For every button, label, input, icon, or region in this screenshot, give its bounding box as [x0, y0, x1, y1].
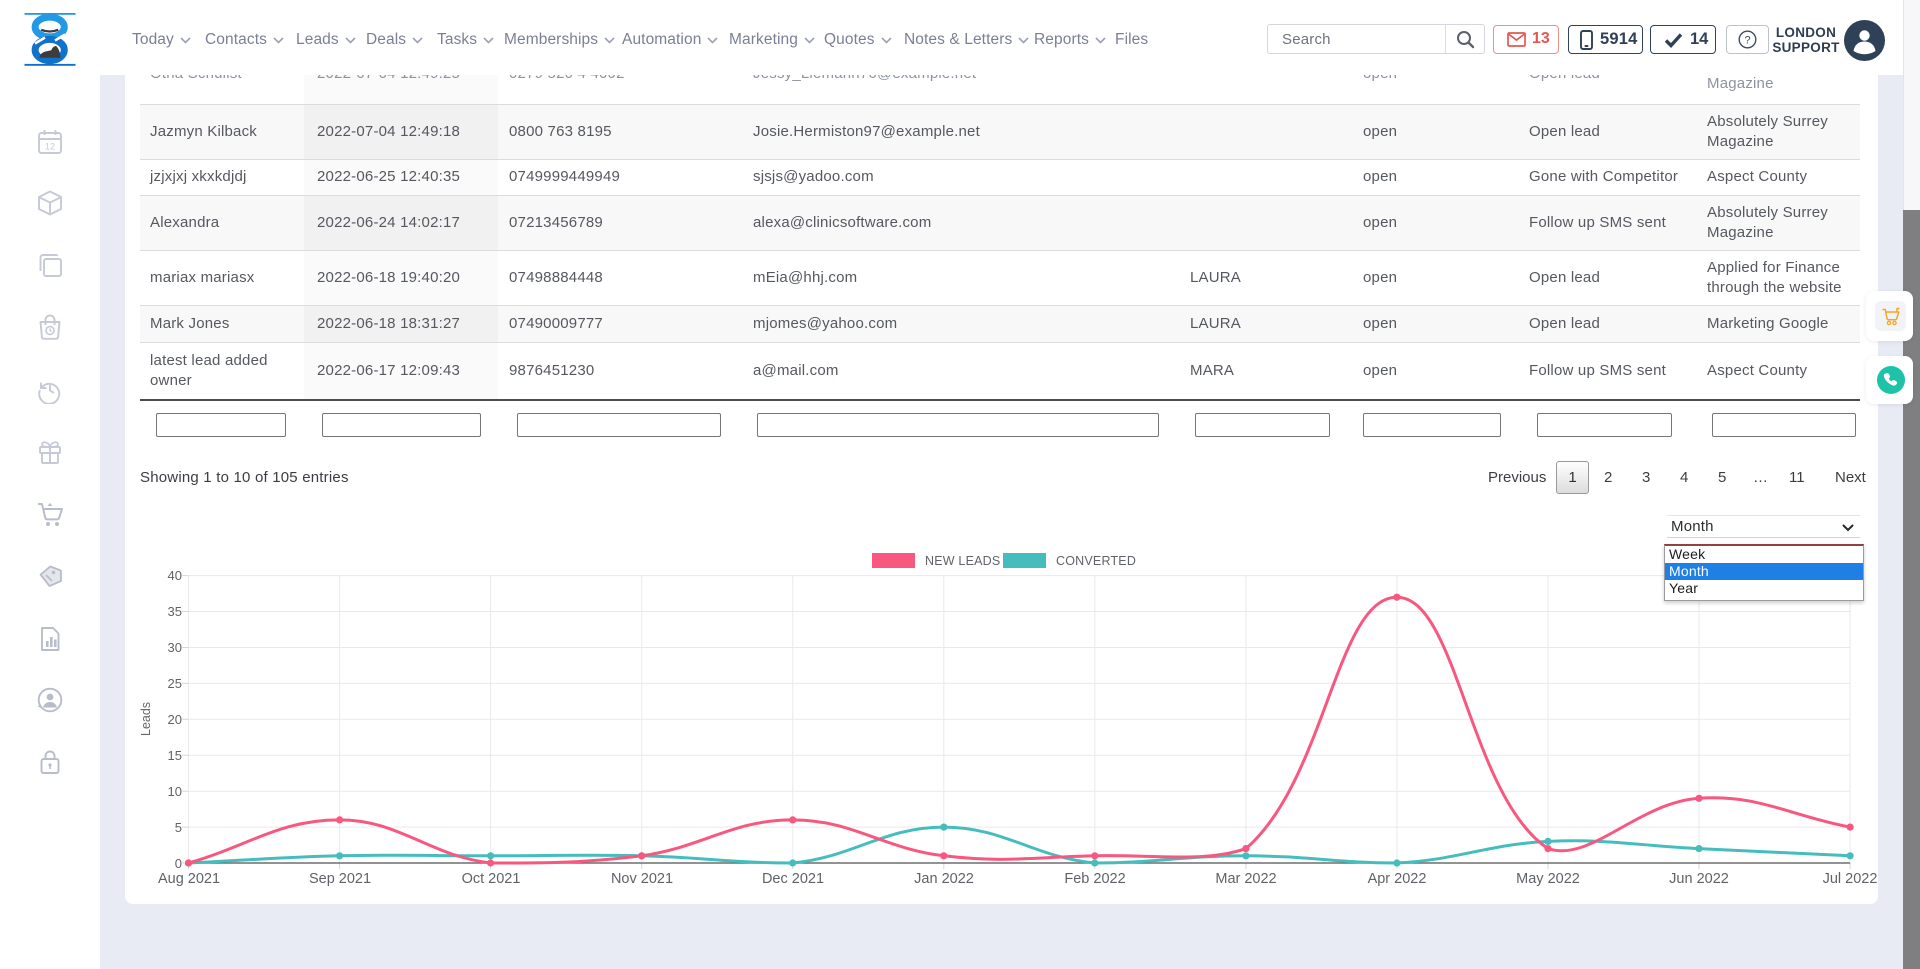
svg-text:?: ? — [1744, 35, 1750, 47]
svg-text:12: 12 — [45, 142, 55, 152]
